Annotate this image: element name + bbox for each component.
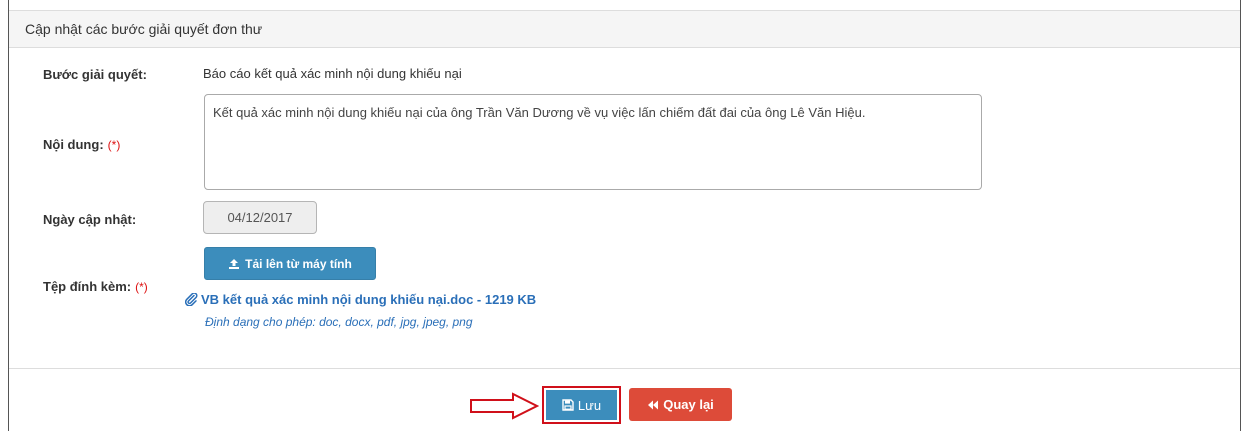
upload-button-label: Tải lên từ máy tính: [245, 256, 352, 271]
required-mark: (*): [135, 280, 148, 294]
required-mark: (*): [107, 138, 121, 152]
save-button[interactable]: Lưu: [542, 386, 621, 424]
date-label: Ngày cập nhật:: [43, 212, 137, 227]
paperclip-icon: [185, 293, 198, 306]
attachment-label: Tệp đính kèm: (*): [43, 279, 148, 294]
attached-file-link[interactable]: VB kết quả xác minh nội dung khiếu nại.d…: [185, 292, 536, 307]
content-textarea[interactable]: Kết quả xác minh nội dung khiếu nại của …: [204, 94, 982, 190]
footer-divider: [9, 368, 1240, 369]
content-label: Nội dung: (*): [43, 137, 120, 152]
arrow-right-icon: [469, 392, 539, 420]
upload-icon: [228, 258, 240, 270]
allowed-formats-hint: Định dạng cho phép: doc, docx, pdf, jpg,…: [205, 315, 473, 329]
attached-file-name: VB kết quả xác minh nội dung khiếu nại.d…: [201, 292, 537, 307]
attachment-label-text: Tệp đính kèm:: [43, 279, 132, 294]
back-button-label: Quay lại: [663, 397, 714, 412]
step-label: Bước giải quyết:: [43, 67, 147, 82]
save-button-body[interactable]: Lưu: [546, 390, 617, 420]
date-input[interactable]: 04/12/2017: [203, 201, 317, 234]
content-label-text: Nội dung:: [43, 137, 104, 152]
floppy-disk-icon: [562, 399, 574, 411]
back-button[interactable]: Quay lại: [629, 388, 732, 421]
panel-title: Cập nhật các bước giải quyết đơn thư: [9, 10, 1240, 48]
upload-button[interactable]: Tải lên từ máy tính: [204, 247, 376, 280]
save-button-label: Lưu: [577, 397, 602, 413]
double-chevron-left-icon: [647, 399, 659, 411]
step-value: Báo cáo kết quả xác minh nội dung khiếu …: [203, 66, 462, 81]
step-update-panel: Cập nhật các bước giải quyết đơn thư Bướ…: [8, 0, 1241, 431]
